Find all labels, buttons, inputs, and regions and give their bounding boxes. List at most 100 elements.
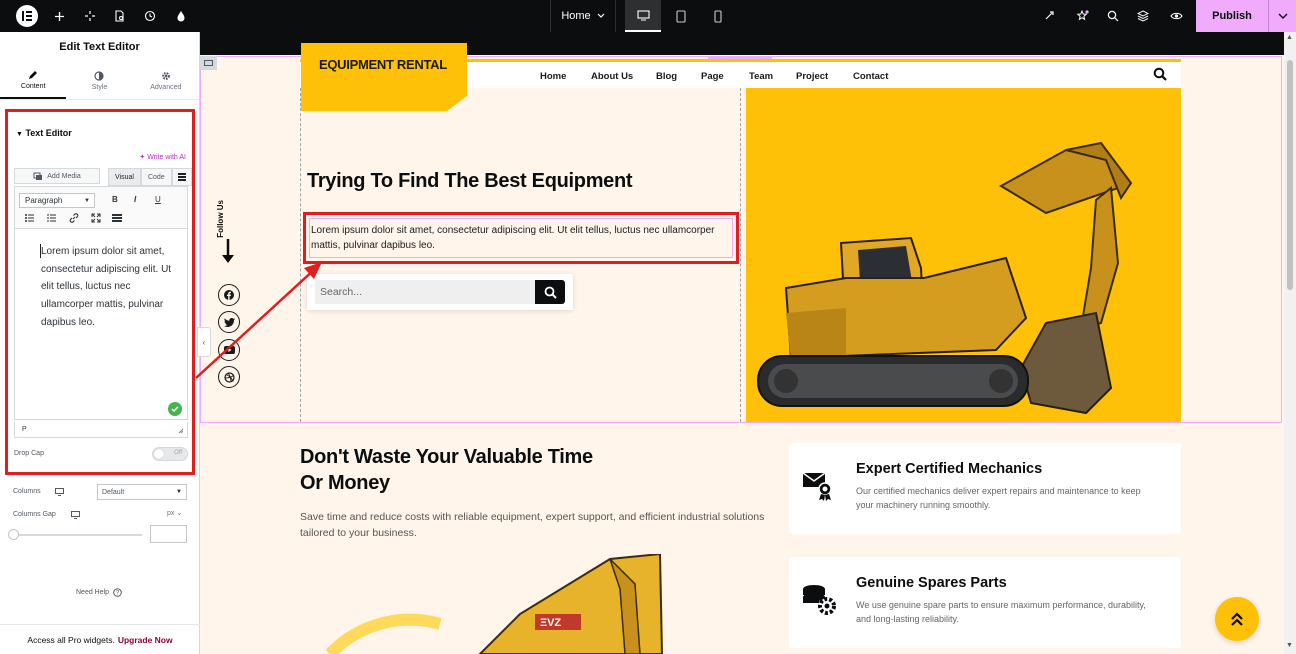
feature-card[interactable]: Genuine Spares Parts We use genuine spar… bbox=[789, 557, 1181, 648]
nav-home[interactable]: Home bbox=[540, 71, 566, 82]
need-help-link[interactable]: Need Help ? bbox=[76, 588, 122, 597]
paragraph-format-select[interactable]: Paragraph ▼ bbox=[19, 193, 95, 208]
notifications-icon[interactable] bbox=[1067, 0, 1097, 32]
nav-about-us[interactable]: About Us bbox=[591, 71, 633, 82]
section2-heading[interactable]: Don't Waste Your Valuable Time Or Money bbox=[300, 444, 600, 496]
visual-tab[interactable]: Visual bbox=[108, 168, 141, 186]
tab-style[interactable]: Style bbox=[66, 62, 132, 99]
site-settings-icon[interactable] bbox=[75, 0, 105, 32]
page-selector[interactable]: Home bbox=[550, 0, 616, 32]
hero-search-button[interactable] bbox=[535, 280, 565, 304]
chevron-down-icon: ⌄ bbox=[176, 510, 183, 517]
nav-contact[interactable]: Contact bbox=[853, 71, 888, 82]
code-tab[interactable]: Code bbox=[140, 168, 172, 186]
bullet-list-icon[interactable] bbox=[25, 214, 34, 222]
dribbble-icon[interactable] bbox=[218, 366, 240, 388]
arrow-down-icon bbox=[222, 239, 234, 263]
page-scrollbar[interactable]: ▲ ▼ bbox=[1284, 32, 1296, 654]
write-ai-label: Write with AI bbox=[147, 154, 186, 161]
bold-icon[interactable]: B bbox=[112, 195, 118, 204]
twitter-icon[interactable] bbox=[218, 311, 240, 333]
columns-gap-slider[interactable] bbox=[12, 534, 142, 536]
toggle-knob bbox=[154, 449, 164, 459]
chevron-down-icon bbox=[597, 13, 605, 18]
write-with-ai-button[interactable]: ✦ Write with AI bbox=[139, 153, 186, 161]
unit-selector[interactable]: px ⌄ bbox=[167, 509, 182, 517]
columns-gap-input[interactable] bbox=[150, 525, 187, 543]
drop-cap-toggle[interactable]: Off bbox=[152, 447, 188, 461]
search-icon[interactable] bbox=[1098, 0, 1128, 32]
editor-text: Lorem ipsum dolor sit amet, consectetur … bbox=[41, 246, 172, 328]
path-label: P bbox=[22, 426, 27, 433]
desktop-device-icon[interactable] bbox=[55, 488, 64, 496]
editor-mode-tabs: Visual Code bbox=[108, 168, 192, 186]
youtube-icon[interactable] bbox=[218, 339, 240, 361]
columns-select[interactable]: Default ▼ bbox=[97, 484, 187, 500]
section-toggle[interactable]: ▼ Text Editor bbox=[16, 128, 72, 138]
upgrade-now-link[interactable]: Upgrade Now bbox=[118, 635, 173, 645]
structure-icon[interactable] bbox=[104, 0, 134, 32]
brand-name: EQUIPMENT RENTAL bbox=[319, 57, 447, 72]
tab-advanced[interactable]: Advanced bbox=[133, 62, 199, 99]
add-media-label: Add Media bbox=[47, 172, 81, 180]
sparkle-icon: ✦ bbox=[139, 154, 146, 161]
scroll-down-icon[interactable]: ▼ bbox=[1286, 642, 1293, 649]
columns-gap-text: Columns Gap bbox=[13, 511, 56, 518]
preview-canvas: + ⠿ × Home About Us Blog Page Team Proje… bbox=[200, 32, 1284, 654]
preview-eye-icon[interactable] bbox=[1161, 0, 1191, 32]
resize-handle-icon[interactable] bbox=[178, 428, 184, 434]
facebook-icon[interactable] bbox=[218, 284, 240, 306]
nav-project[interactable]: Project bbox=[796, 71, 828, 82]
history-icon[interactable] bbox=[135, 0, 165, 32]
hero-search-input[interactable]: Search... bbox=[315, 280, 535, 304]
italic-icon[interactable]: I bbox=[134, 195, 136, 204]
excavator-arm-image: ΞVZ bbox=[325, 554, 664, 654]
nav-page[interactable]: Page bbox=[701, 71, 724, 82]
slider-handle[interactable] bbox=[8, 529, 19, 540]
elementor-logo-icon[interactable] bbox=[16, 5, 38, 27]
desktop-device-icon[interactable] bbox=[71, 511, 80, 519]
collapse-panel-button[interactable]: ‹ bbox=[197, 327, 211, 357]
help-circle-icon: ? bbox=[113, 588, 122, 597]
feature-description: Our certified mechanics deliver expert r… bbox=[856, 486, 1141, 510]
scroll-to-top-button[interactable] bbox=[1215, 597, 1259, 641]
numbered-list-icon[interactable] bbox=[47, 214, 56, 222]
add-media-button[interactable]: Add Media bbox=[14, 168, 100, 184]
fullscreen-icon[interactable] bbox=[91, 213, 101, 223]
rocket-icon[interactable] bbox=[1034, 0, 1064, 32]
top-bar: Home Publish bbox=[0, 0, 1296, 32]
page-selector-label: Home bbox=[561, 10, 591, 22]
scrollbar-thumb[interactable] bbox=[1287, 60, 1293, 290]
feature-title: Expert Certified Mechanics bbox=[856, 461, 1043, 477]
link-icon[interactable] bbox=[69, 213, 79, 223]
editor-panel: Edit Text Editor Content Style Advanced … bbox=[0, 32, 200, 654]
columns-gap-label: Columns Gap bbox=[13, 511, 80, 519]
site-logo[interactable]: EQUIPMENT RENTAL bbox=[301, 43, 467, 111]
elementor-editor: Home Publish Edit Text Editor Content St… bbox=[0, 0, 1296, 654]
layers-icon[interactable] bbox=[1128, 0, 1158, 32]
scroll-up-icon[interactable]: ▲ bbox=[1286, 34, 1293, 41]
add-element-icon[interactable] bbox=[44, 0, 74, 32]
tab-content[interactable]: Content bbox=[0, 62, 67, 99]
selected-text-widget[interactable]: Lorem ipsum dolor sit amet, consectetur … bbox=[303, 212, 739, 264]
desktop-view-icon[interactable] bbox=[625, 0, 661, 32]
toolbar-toggle-icon[interactable] bbox=[171, 168, 192, 186]
editor-path: P bbox=[14, 422, 188, 438]
section2-paragraph[interactable]: Save time and reduce costs with reliable… bbox=[300, 509, 770, 541]
hero-heading[interactable]: Trying To Find The Best Equipment bbox=[307, 170, 633, 193]
search-icon[interactable] bbox=[1153, 67, 1167, 81]
tab-label: Style bbox=[91, 83, 108, 91]
kitchen-sink-icon[interactable] bbox=[112, 214, 122, 222]
section-handle-icon[interactable] bbox=[200, 56, 217, 70]
paragraph-label: Paragraph bbox=[25, 196, 63, 205]
mobile-view-icon[interactable] bbox=[700, 0, 736, 32]
theme-style-icon[interactable] bbox=[166, 0, 196, 32]
nav-team[interactable]: Team bbox=[749, 71, 773, 82]
feature-card[interactable]: Expert Certified Mechanics Our certified… bbox=[789, 443, 1181, 534]
publish-button[interactable]: Publish bbox=[1196, 0, 1268, 32]
publish-options-button[interactable] bbox=[1268, 0, 1296, 32]
nav-blog[interactable]: Blog bbox=[656, 71, 677, 82]
underline-icon[interactable]: U bbox=[155, 195, 161, 204]
tablet-view-icon[interactable] bbox=[663, 0, 699, 32]
text-editor-content[interactable]: Lorem ipsum dolor sit amet, consectetur … bbox=[14, 228, 188, 420]
